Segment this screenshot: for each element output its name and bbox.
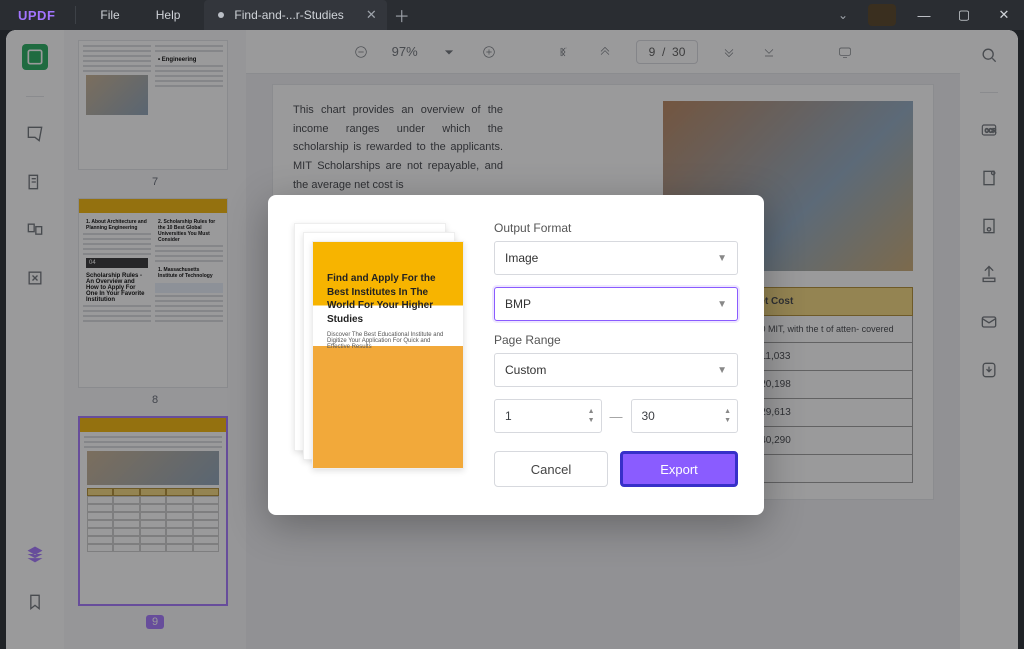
page-range-label: Page Range (494, 333, 738, 347)
window-minimize-button[interactable]: — (904, 8, 944, 23)
range-dash: — (610, 409, 623, 424)
chevron-down-icon: ▼ (717, 365, 727, 376)
page-range-select[interactable]: Custom ▼ (494, 353, 738, 387)
image-type-value: BMP (505, 297, 531, 311)
page-range-value: Custom (505, 363, 546, 377)
title-bar: UPDF File Help Find-and-...r-Studies ✕ ＋… (0, 0, 1024, 30)
output-format-label: Output Format (494, 221, 738, 235)
divider (75, 6, 76, 24)
chevron-down-icon: ▼ (717, 253, 727, 264)
range-from-input[interactable]: 1 ▲▼ (494, 399, 602, 433)
range-to-input[interactable]: 30 ▲▼ (631, 399, 739, 433)
menu-file[interactable]: File (82, 8, 137, 22)
window-dropdown-icon[interactable]: ⌄ (826, 8, 860, 22)
app-body: OCR • Engineering 7 1. About Architectur… (6, 30, 1018, 649)
preview-title: Find and Apply For the Best Institutes I… (313, 254, 463, 332)
output-format-select[interactable]: Image ▼ (494, 241, 738, 275)
range-to-value: 30 (642, 409, 655, 423)
export-form: Output Format Image ▼ BMP ▼ Page Range C… (494, 219, 738, 493)
app-logo: UPDF (0, 8, 69, 23)
tab-title: Find-and-...r-Studies (234, 8, 343, 22)
chevron-down-icon: ▼ (717, 299, 727, 310)
stepper-icon[interactable]: ▲▼ (588, 408, 595, 424)
window-maximize-button[interactable]: ▢ (944, 7, 984, 23)
tab-close-icon[interactable]: ✕ (366, 7, 377, 23)
menu-help[interactable]: Help (138, 8, 199, 22)
stepper-icon[interactable]: ▲▼ (724, 408, 731, 424)
export-preview: Find and Apply For the Best Institutes I… (294, 223, 464, 469)
document-tab[interactable]: Find-and-...r-Studies ✕ (204, 0, 386, 30)
tab-indicator-icon (218, 12, 224, 18)
promo-badge[interactable] (868, 4, 896, 26)
image-type-select[interactable]: BMP ▼ (494, 287, 738, 321)
new-tab-button[interactable]: ＋ (387, 3, 417, 27)
cancel-button[interactable]: Cancel (494, 451, 608, 487)
preview-subtitle: Discover The Best Educational Institute … (313, 332, 463, 350)
range-from-value: 1 (505, 409, 512, 423)
window-close-button[interactable]: ✕ (984, 7, 1024, 23)
output-format-value: Image (505, 251, 538, 265)
export-dialog: Find and Apply For the Best Institutes I… (268, 195, 764, 515)
export-button[interactable]: Export (620, 451, 738, 487)
